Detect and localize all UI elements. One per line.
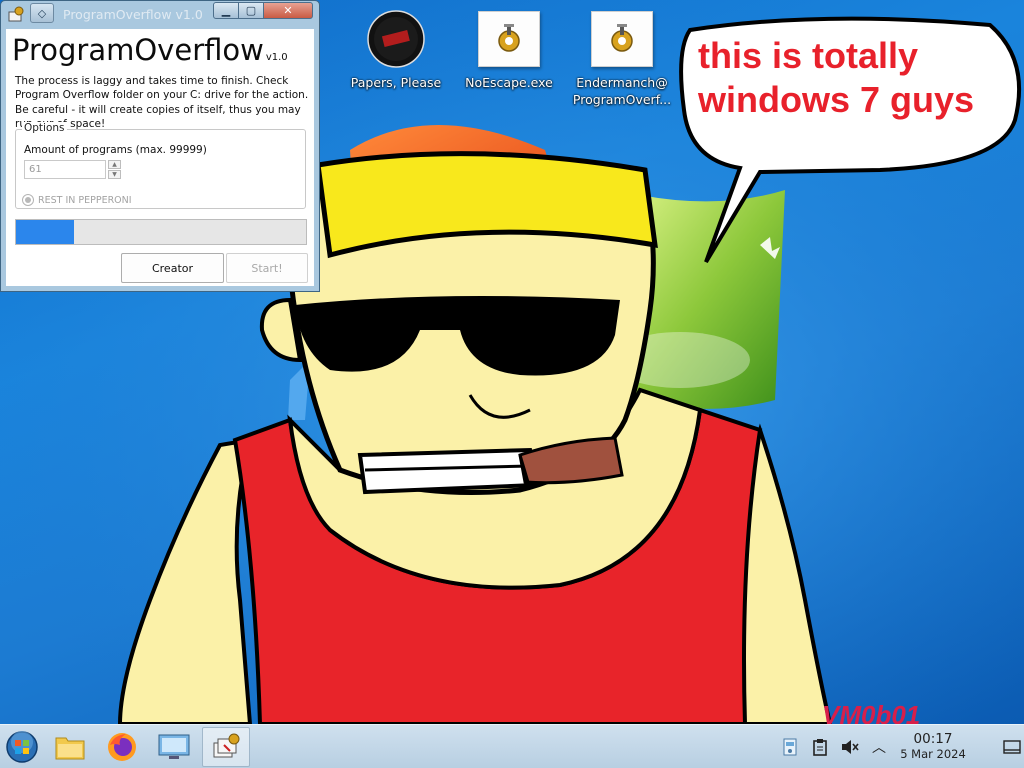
chevron-down-icon: ▼ — [112, 171, 117, 178]
close-button[interactable]: ✕ — [263, 2, 313, 19]
app-icon — [8, 6, 24, 22]
creator-button[interactable]: Creator — [121, 253, 224, 283]
start-orb-icon — [6, 731, 38, 763]
maximize-icon: ▢ — [245, 4, 257, 17]
taskbar-remote-desktop[interactable] — [153, 727, 195, 767]
maximize-button[interactable]: ▢ — [238, 2, 264, 19]
radio-label: REST IN PEPPERONI — [38, 194, 132, 206]
clock-date: 5 Mar 2024 — [900, 747, 966, 761]
minimize-button[interactable]: ▁ — [213, 2, 239, 19]
gear-app-icon — [611, 24, 633, 52]
taskbar-programoverflow[interactable] — [202, 727, 250, 767]
desktop-icon-programoverflow-folder[interactable]: Endermanch@ ProgramOverf... — [566, 10, 678, 108]
start-button[interactable]: Start! — [226, 253, 308, 283]
start-button[interactable] — [2, 727, 42, 767]
clock-time: 00:17 — [913, 731, 953, 747]
close-icon: ✕ — [283, 4, 293, 17]
radio-button[interactable] — [22, 194, 34, 206]
tray-overflow-button[interactable]: ︿ — [868, 725, 890, 768]
app-heading: ProgramOverflow v1.0 — [12, 33, 288, 67]
amount-increment-button[interactable]: ▲ — [108, 160, 121, 169]
remote-desktop-icon — [158, 734, 190, 759]
diamond-icon: ◇ — [37, 6, 47, 20]
progress-bar — [15, 219, 307, 245]
window-content: ProgramOverflow v1.0 The process is laggy… — [6, 29, 314, 286]
taskbar: ︿ 00:17 5 Mar 2024 — [0, 724, 1024, 768]
show-desktop-button[interactable] — [1000, 725, 1024, 768]
desktop: this is totally windows 7 guys VM0b01 Pa… — [0, 0, 1024, 724]
amount-decrement-button[interactable]: ▼ — [108, 170, 121, 179]
pin-window-button[interactable]: ◇ — [30, 3, 54, 23]
clipboard-icon — [813, 739, 827, 756]
artist-signature: VM0b01 — [822, 700, 921, 724]
speech-line-1: this is totally — [698, 35, 919, 76]
amount-label: Amount of programs (max. 99999) — [24, 144, 207, 156]
programoverflow-window[interactable]: ◇ ProgramOverflow v1.0 ▁ ▢ ✕ ProgramOver… — [0, 0, 320, 292]
firefox-icon — [108, 733, 136, 761]
muted-speaker-icon — [842, 740, 859, 754]
speech-line-2: windows 7 guys — [698, 79, 975, 120]
app-name: ProgramOverflow — [12, 33, 264, 67]
taskbar-clock[interactable]: 00:17 5 Mar 2024 — [894, 731, 972, 762]
programoverflow-icon — [213, 733, 240, 758]
gear-app-icon — [498, 24, 520, 52]
chevron-up-icon: ︿ — [872, 740, 886, 756]
app-version: v1.0 — [265, 52, 288, 63]
desktop-icon-noescape[interactable]: NoEscape.exe — [453, 10, 565, 91]
tray-clipboard[interactable] — [808, 725, 832, 768]
window-titlebar[interactable]: ◇ ProgramOverflow v1.0 ▁ ▢ ✕ — [1, 1, 319, 29]
radio-dot — [25, 197, 31, 203]
window-title: ProgramOverflow v1.0 — [63, 7, 203, 22]
rest-in-pepperoni-option[interactable]: REST IN PEPPERONI — [22, 194, 132, 206]
show-desktop-icon — [1003, 740, 1021, 754]
minimize-icon: ▁ — [221, 4, 231, 17]
desktop-icon-label: NoEscape.exe — [465, 75, 553, 90]
taskbar-file-explorer[interactable] — [50, 727, 90, 767]
tray-volume[interactable] — [838, 725, 862, 768]
progress-fill — [16, 220, 74, 244]
options-group: Options Amount of programs (max. 99999) … — [15, 122, 306, 209]
papers-please-icon — [367, 10, 425, 68]
options-title: Options — [22, 122, 67, 134]
desktop-icon-label: Endermanch@ — [576, 75, 668, 90]
chevron-up-icon: ▲ — [112, 161, 117, 168]
taskbar-firefox[interactable] — [102, 727, 142, 767]
tray-network-drive[interactable] — [778, 725, 802, 768]
network-drive-icon — [783, 738, 797, 756]
desktop-icon-papers-please[interactable]: Papers, Please — [340, 10, 452, 91]
desktop-icon-label: Papers, Please — [350, 75, 442, 90]
desktop-icon-label: ProgramOverf... — [572, 92, 672, 107]
speech-bubble-text: this is totally windows 7 guys — [698, 34, 1008, 122]
amount-input[interactable] — [24, 160, 106, 179]
file-explorer-icon — [55, 737, 85, 760]
